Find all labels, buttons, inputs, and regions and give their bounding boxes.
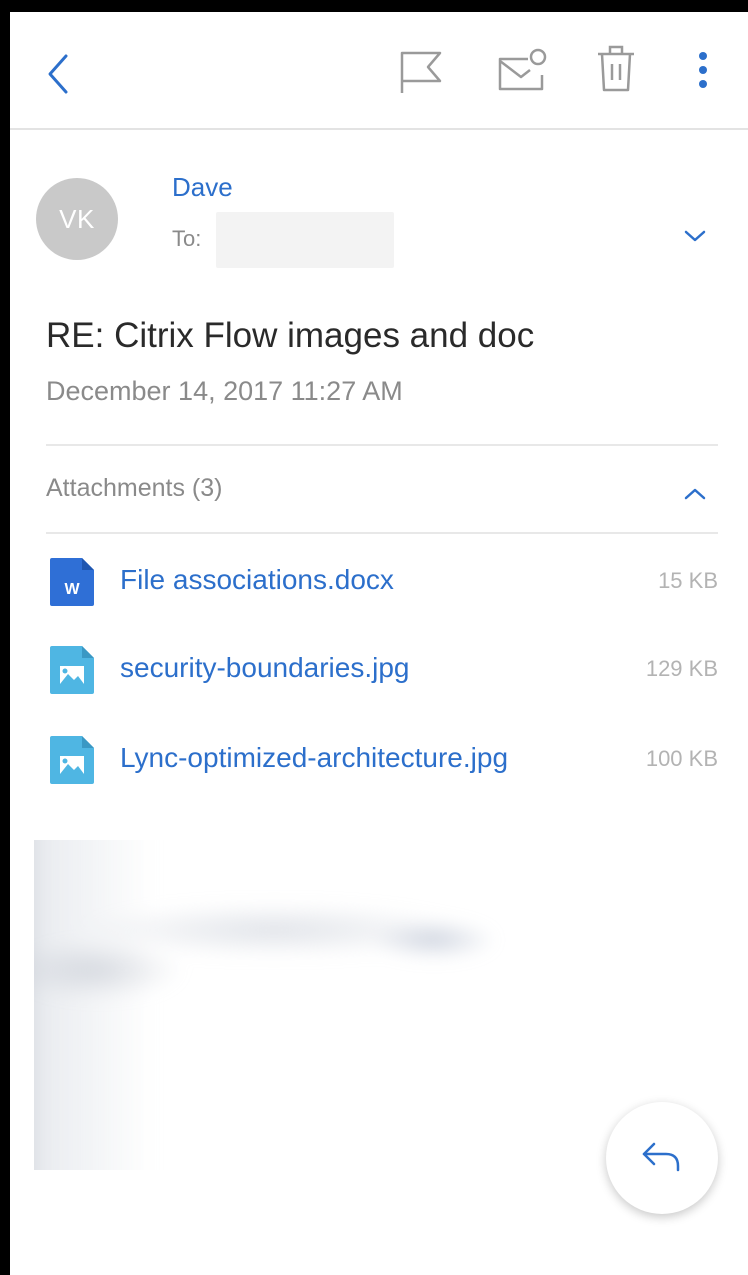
chevron-down-icon[interactable] [680,224,710,248]
back-icon[interactable] [46,52,72,96]
divider [46,444,718,446]
mark-unread-icon[interactable] [496,45,548,93]
attachment-size: 129 KB [645,656,718,681]
to-label: To: [172,226,202,251]
reply-icon [642,1142,680,1172]
attachment-item[interactable]: Lync-optimized-architecture.jpg 100 KB [46,730,718,790]
email-view: VK Dave To: RE: Citrix Flow images and d… [10,12,748,1275]
reply-button[interactable] [606,1102,718,1214]
attachment-item[interactable]: security-boundaries.jpg 129 KB [46,640,718,700]
attachments-header[interactable]: Attachments (3) [46,474,222,503]
trash-icon[interactable] [596,42,636,94]
flag-icon[interactable] [398,47,446,95]
attachment-size: 15 KB [658,568,718,593]
image-file-icon [50,736,94,784]
attachment-name: File associations.docx [120,564,394,595]
image-file-icon [50,646,94,694]
attachment-name: security-boundaries.jpg [120,652,410,683]
attachment-size: 100 KB [645,746,718,771]
more-vert-icon[interactable] [696,50,710,90]
recipient-value [216,212,394,268]
chevron-up-icon[interactable] [680,482,710,506]
divider [46,532,718,534]
sender-name[interactable]: Dave [172,172,233,203]
email-subject: RE: Citrix Flow images and doc [46,316,535,355]
word-doc-icon: W [50,558,94,606]
sender-avatar[interactable]: VK [36,178,118,260]
email-date: December 14, 2017 11:27 AM [46,376,403,406]
email-body-blurred [34,840,594,1170]
toolbar [10,12,748,130]
attachment-name: Lync-optimized-architecture.jpg [120,742,509,773]
svg-text:W: W [64,581,80,598]
attachment-item[interactable]: W File associations.docx 15 KB [46,552,718,612]
